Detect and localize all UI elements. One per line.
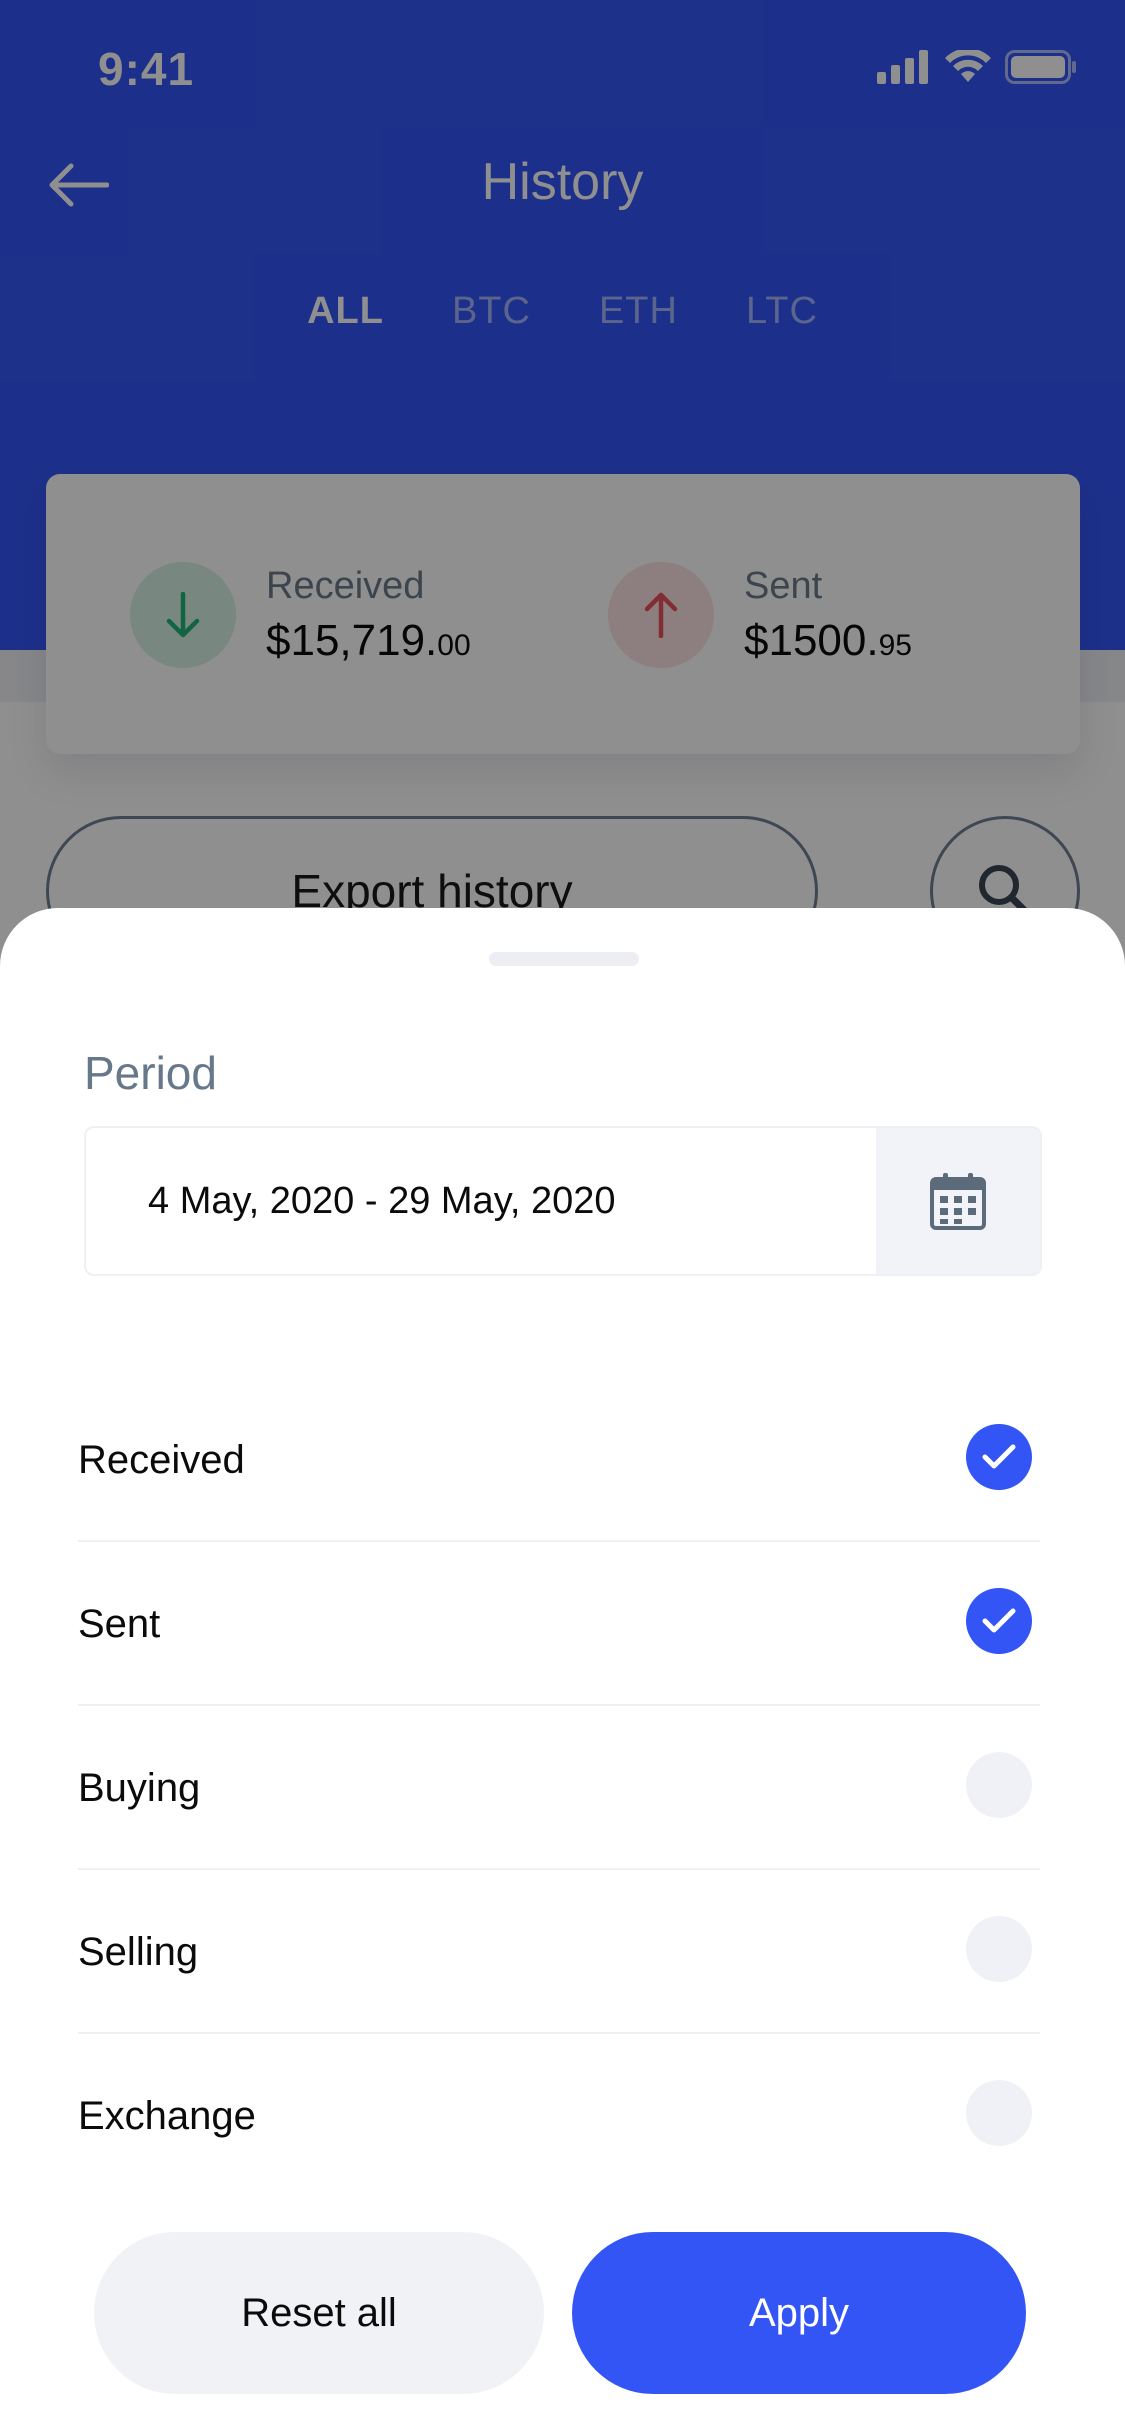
calendar-button[interactable] xyxy=(876,1128,1040,1274)
option-label: Exchange xyxy=(78,2094,256,2138)
checkbox-buying[interactable] xyxy=(966,1752,1032,1818)
sheet-drag-handle[interactable] xyxy=(489,952,639,966)
checkbox-sent[interactable] xyxy=(966,1588,1032,1654)
checkmark-icon xyxy=(982,1608,1016,1633)
date-range-field[interactable]: 4 May, 2020 - 29 May, 2020 xyxy=(84,1126,1042,1276)
option-selling[interactable]: Selling xyxy=(78,1870,1040,2034)
filter-options: Received Sent Buying Selling Exchange xyxy=(78,1378,1040,2198)
checkbox-exchange[interactable] xyxy=(966,2080,1032,2146)
period-label: Period xyxy=(84,1047,217,1099)
option-buying[interactable]: Buying xyxy=(78,1706,1040,1870)
calendar-icon xyxy=(930,1173,986,1230)
checkbox-received[interactable] xyxy=(966,1424,1032,1490)
option-label: Buying xyxy=(78,1766,201,1810)
option-label: Received xyxy=(78,1438,245,1482)
option-sent[interactable]: Sent xyxy=(78,1542,1040,1706)
apply-button[interactable]: Apply xyxy=(572,2232,1026,2394)
date-range-value: 4 May, 2020 - 29 May, 2020 xyxy=(148,1180,616,1222)
option-label: Sent xyxy=(78,1602,161,1646)
checkmark-icon xyxy=(982,1444,1016,1469)
checkbox-selling[interactable] xyxy=(966,1916,1032,1982)
option-label: Selling xyxy=(78,1930,199,1974)
reset-all-button[interactable]: Reset all xyxy=(94,2232,544,2394)
option-exchange[interactable]: Exchange xyxy=(78,2034,1040,2198)
option-received[interactable]: Received xyxy=(78,1378,1040,1542)
filter-sheet: Period 4 May, 2020 - 29 May, 2020 Receiv… xyxy=(0,908,1125,2436)
